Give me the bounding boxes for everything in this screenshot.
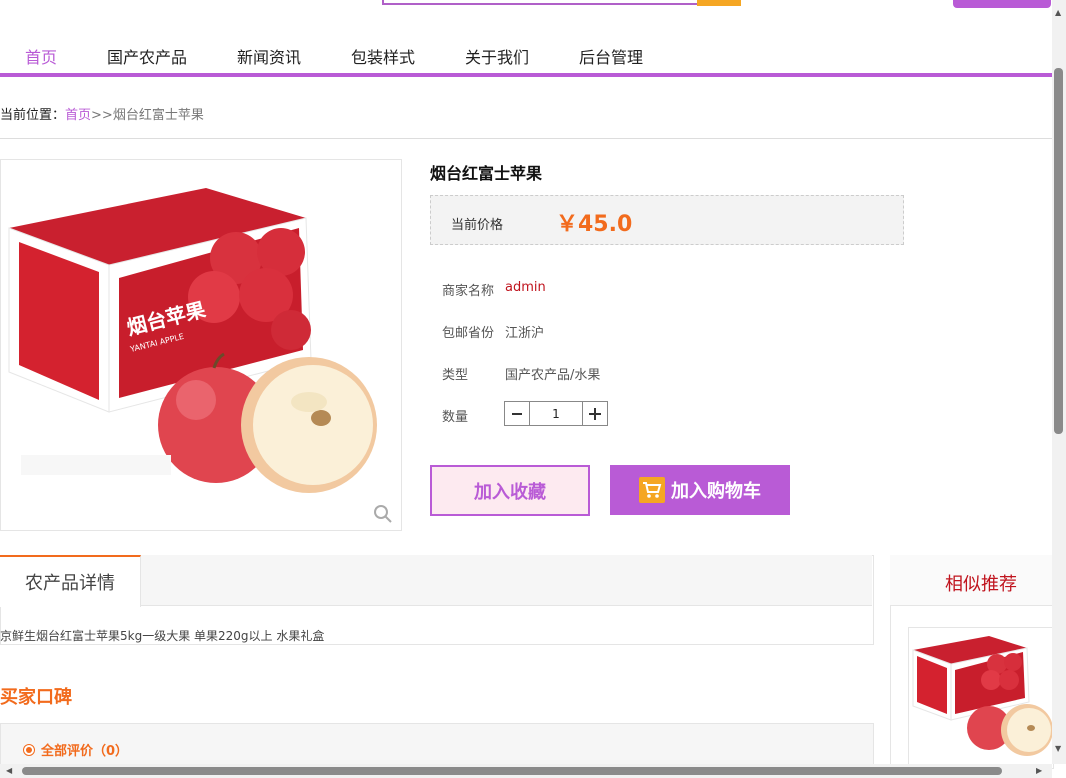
minus-icon — [512, 412, 522, 415]
add-to-favorites-button[interactable]: 加入收藏 — [430, 465, 590, 516]
product-title: 烟台红富士苹果 — [430, 164, 543, 183]
type-label: 类型 — [442, 368, 469, 383]
breadcrumb-prefix: 当前位置： — [0, 108, 66, 123]
reviews-heading: 买家口碑 — [0, 687, 72, 708]
nav-item-admin[interactable]: 后台管理 — [579, 44, 643, 68]
horizontal-scrollbar-thumb[interactable] — [22, 767, 1002, 775]
type-value: 国产农产品/水果 — [505, 368, 601, 383]
merchant-label: 商家名称 — [442, 284, 495, 299]
main-nav: 首页 国产农产品 新闻资讯 包装样式 关于我们 后台管理 — [0, 34, 1052, 74]
quantity-label: 数量 — [442, 410, 469, 425]
search-input[interactable] — [382, 0, 699, 5]
price-value: ￥45.0 — [556, 212, 633, 237]
scroll-right-arrow-icon[interactable]: ▶ — [1036, 766, 1042, 775]
breadcrumb-current: 烟台红富士苹果 — [112, 108, 204, 123]
scroll-left-arrow-icon[interactable]: ◀ — [6, 766, 12, 775]
add-to-cart-button[interactable]: 加入购物车 — [610, 465, 790, 515]
apple-box-illustration: 烟台苹果 YANTAI APPLE — [8, 188, 377, 493]
all-reviews-radio[interactable] — [23, 744, 35, 756]
shopping-cart-icon — [639, 477, 665, 503]
quantity-input[interactable] — [530, 402, 582, 425]
plus-icon — [589, 407, 601, 420]
nav-divider — [0, 73, 1052, 77]
merchant-value: admin — [505, 280, 546, 295]
login-button[interactable] — [953, 0, 1051, 8]
tab-product-details[interactable]: 农产品详情 — [0, 555, 141, 607]
add-to-cart-label: 加入购物车 — [671, 481, 761, 502]
product-description: 京鲜生烟台红富士苹果5kg一级大果 单果220g以上 水果礼盒 — [0, 629, 325, 643]
breadcrumb-separator: >> — [91, 108, 113, 123]
quantity-increase-button[interactable] — [582, 402, 607, 425]
all-reviews-filter[interactable]: 全部评价（0） — [41, 740, 128, 759]
similar-product-image[interactable] — [908, 627, 1054, 769]
nav-item-domestic-products[interactable]: 国产农产品 — [107, 44, 187, 68]
zoom-icon[interactable] — [372, 503, 394, 525]
scroll-down-arrow-icon[interactable]: ▼ — [1055, 744, 1061, 753]
shipping-value: 江浙沪 — [505, 326, 545, 341]
quantity-stepper — [504, 401, 608, 426]
breadcrumb-divider — [0, 138, 1052, 139]
product-image: 烟台苹果 YANTAI APPLE — [0, 159, 402, 531]
similar-title: 相似推荐 — [945, 574, 1017, 595]
nav-item-home[interactable]: 首页 — [25, 44, 57, 68]
breadcrumb-home-link[interactable]: 首页 — [65, 108, 91, 123]
shipping-label: 包邮省份 — [442, 326, 495, 341]
quantity-decrease-button[interactable] — [505, 402, 530, 425]
nav-item-packaging[interactable]: 包装样式 — [351, 44, 415, 68]
vertical-scrollbar-thumb[interactable] — [1054, 68, 1063, 434]
search-button[interactable] — [697, 0, 741, 6]
price-label: 当前价格 — [451, 218, 504, 233]
similar-apple-box-illustration — [912, 636, 1053, 756]
add-to-favorites-label: 加入收藏 — [474, 481, 546, 503]
nav-item-news[interactable]: 新闻资讯 — [237, 44, 301, 68]
tab-product-details-label: 农产品详情 — [25, 573, 115, 594]
nav-item-about[interactable]: 关于我们 — [465, 44, 529, 68]
breadcrumb: 当前位置：首页>>烟台红富士苹果 — [0, 104, 204, 123]
scroll-up-arrow-icon[interactable]: ▲ — [1055, 8, 1061, 17]
